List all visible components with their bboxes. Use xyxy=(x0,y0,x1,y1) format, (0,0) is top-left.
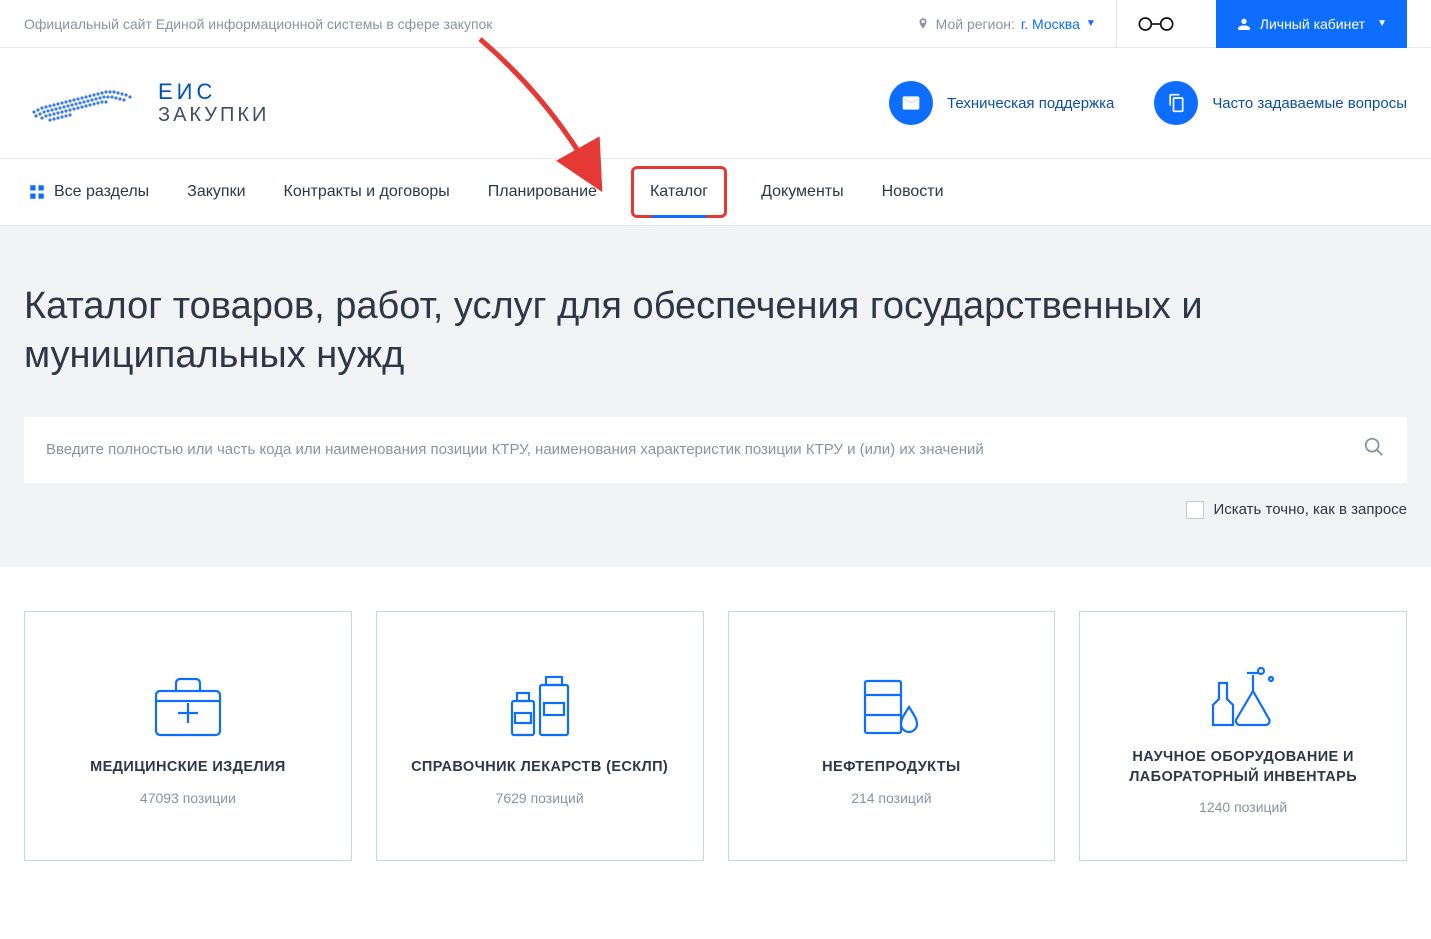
glasses-icon xyxy=(1136,14,1176,34)
card-count: 1240 позиций xyxy=(1199,799,1287,815)
page-title: Каталог товаров, работ, услуг для обеспе… xyxy=(24,282,1407,381)
region-label: Мой регион: xyxy=(936,16,1015,32)
site-title: Официальный сайт Единой информационной с… xyxy=(24,16,492,32)
card-oil[interactable]: НЕФТЕПРОДУКТЫ 214 позиций xyxy=(728,611,1056,861)
region-value: г. Москва xyxy=(1021,16,1080,32)
region-selector[interactable]: Мой регион: г. Москва ▼ xyxy=(916,16,1096,32)
nav-all-label: Все разделы xyxy=(54,183,149,201)
header: ЕИС ЗАКУПКИ Техническая поддержка Часто … xyxy=(0,48,1431,158)
logo[interactable]: ЕИС ЗАКУПКИ xyxy=(24,72,269,134)
account-button[interactable]: Личный кабинет ▼ xyxy=(1216,0,1407,48)
search-icon[interactable] xyxy=(1363,436,1385,463)
user-icon xyxy=(1236,16,1252,32)
nav-item-documents[interactable]: Документы xyxy=(757,163,847,221)
nav-item-news[interactable]: Новости xyxy=(878,163,948,221)
topbar: Официальный сайт Единой информационной с… xyxy=(0,0,1431,48)
card-count: 214 позиций xyxy=(851,790,931,806)
chevron-down-icon: ▼ xyxy=(1086,18,1096,29)
logo-text: ЕИС ЗАКУПКИ xyxy=(158,80,269,126)
card-title: СПРАВОЧНИК ЛЕКАРСТВ (ЕСКЛП) xyxy=(411,758,668,778)
logo-map-icon xyxy=(24,72,144,134)
pin-icon xyxy=(916,17,930,31)
tech-support-link[interactable]: Техническая поддержка xyxy=(889,81,1114,125)
card-drugs[interactable]: СПРАВОЧНИК ЛЕКАРСТВ (ЕСКЛП) 7629 позиций xyxy=(376,611,704,861)
logo-line2: ЗАКУПКИ xyxy=(158,104,269,126)
chevron-down-icon: ▼ xyxy=(1377,18,1387,29)
catalog-cards: МЕДИЦИНСКИЕ ИЗДЕЛИЯ 47093 позиции СПРАВО… xyxy=(0,567,1431,905)
copy-icon xyxy=(1154,81,1198,125)
exact-checkbox[interactable] xyxy=(1186,501,1204,519)
card-title: НЕФТЕПРОДУКТЫ xyxy=(822,758,960,778)
medkit-icon xyxy=(148,666,228,746)
card-title: МЕДИЦИНСКИЕ ИЗДЕЛИЯ xyxy=(90,758,286,778)
search-box xyxy=(24,417,1407,483)
nav-item-planning[interactable]: Планирование xyxy=(484,163,601,221)
nav-item-catalog[interactable]: Каталог xyxy=(631,166,727,218)
card-title: НАУЧНОЕ ОБОРУДОВАНИЕ И ЛАБОРАТОРНЫЙ ИНВЕ… xyxy=(1098,748,1388,787)
oil-barrel-icon xyxy=(851,666,931,746)
card-medical[interactable]: МЕДИЦИНСКИЕ ИЗДЕЛИЯ 47093 позиции xyxy=(24,611,352,861)
card-count: 47093 позиции xyxy=(140,790,236,806)
faq-link[interactable]: Часто задаваемые вопросы xyxy=(1154,81,1407,125)
mail-icon xyxy=(889,81,933,125)
nav-bar: Все разделы Закупки Контракты и договоры… xyxy=(0,158,1431,226)
card-lab[interactable]: НАУЧНОЕ ОБОРУДОВАНИЕ И ЛАБОРАТОРНЫЙ ИНВЕ… xyxy=(1079,611,1407,861)
lab-flask-icon xyxy=(1203,656,1283,736)
faq-label: Часто задаваемые вопросы xyxy=(1212,95,1407,112)
logo-line1: ЕИС xyxy=(158,80,269,104)
card-count: 7629 позиций xyxy=(496,790,584,806)
nav-item-zakupki[interactable]: Закупки xyxy=(183,163,249,221)
exact-label: Искать точно, как в запросе xyxy=(1214,501,1408,518)
search-input[interactable] xyxy=(46,441,1363,458)
account-label: Личный кабинет xyxy=(1260,16,1365,32)
tech-support-label: Техническая поддержка xyxy=(947,95,1114,112)
nav-item-contracts[interactable]: Контракты и договоры xyxy=(280,163,454,221)
hero-section: Каталог товаров, работ, услуг для обеспе… xyxy=(0,226,1431,567)
accessibility-button[interactable] xyxy=(1116,0,1196,48)
grid-icon xyxy=(28,183,46,201)
medicine-bottles-icon xyxy=(500,666,580,746)
nav-all-sections[interactable]: Все разделы xyxy=(24,163,153,221)
